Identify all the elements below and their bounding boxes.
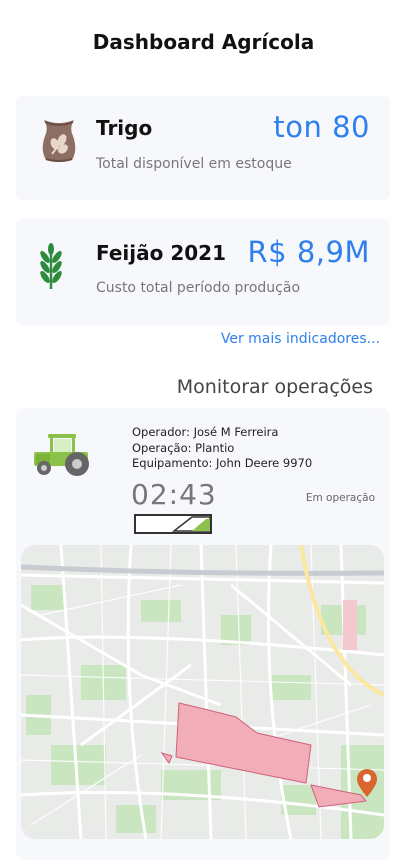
indicator-card-trigo[interactable]: Trigo ton 80 Total disponível em estoque (16, 96, 390, 200)
indicator-name: Feijão 2021 (96, 241, 226, 265)
operation-map[interactable] (21, 545, 384, 839)
indicator-name: Trigo (96, 116, 153, 140)
operator-text: Operador: José M Ferreira (132, 425, 279, 439)
equipment-text: Equipamento: John Deere 9970 (132, 456, 313, 470)
page-title: Dashboard Agrícola (92, 30, 315, 54)
grain-sack-icon (38, 116, 80, 168)
indicator-value: R$ 8,9M (247, 235, 370, 269)
operation-timer: 02:43 (131, 478, 217, 511)
indicator-value: ton 80 (273, 110, 370, 144)
operation-status: Em operação (305, 492, 375, 504)
indicator-subtitle: Custo total período produção (96, 280, 301, 296)
fuel-gauge-icon (134, 513, 214, 539)
indicator-card-feijao[interactable]: Feijão 2021 R$ 8,9M Custo total período … (16, 219, 390, 325)
map-canvas (21, 545, 384, 839)
more-indicators-link[interactable]: Ver mais indicadores... (221, 331, 380, 347)
tractor-icon (32, 430, 92, 482)
operation-card[interactable]: Operador: José M Ferreira Operação: Plan… (16, 408, 390, 860)
indicator-subtitle: Total disponível em estoque (96, 156, 292, 172)
section-title-monitor: Monitorar operações (176, 376, 373, 398)
wheat-plant-icon (38, 241, 64, 295)
operation-text: Operação: Plantio (132, 440, 235, 455)
dashboard-page: Dashboard Agrícola Trigo ton 80 Total di… (0, 0, 407, 867)
operation-info: Operador: José M Ferreira Operação: Plan… (132, 425, 312, 472)
